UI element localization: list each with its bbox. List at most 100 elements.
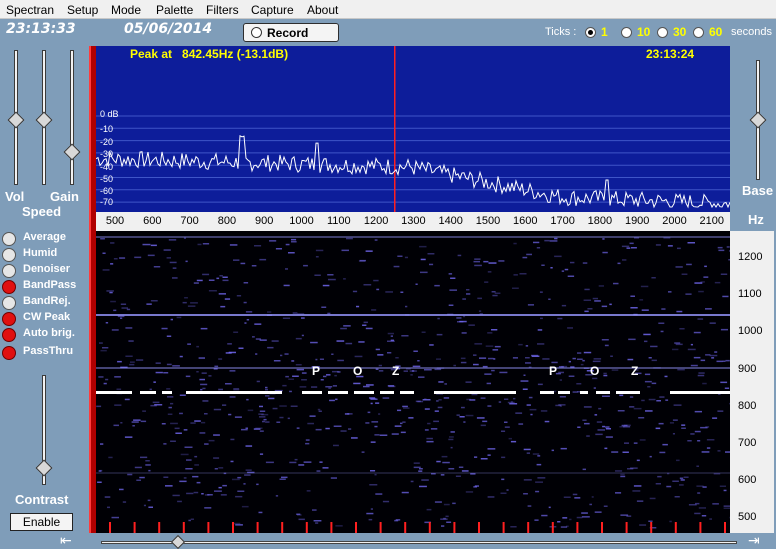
contrast-slider-thumb[interactable] [35,459,53,477]
waterfall-noise [723,489,727,492]
scroll-right-icon[interactable]: ⇥ [748,532,760,549]
waterfall-noise [559,396,566,398]
filter-toggle-icon[interactable] [2,232,16,246]
tick-radio-10[interactable] [621,27,632,38]
waterfall-noise [243,483,246,485]
waterfall-noise [615,492,622,494]
waterfall-noise [363,385,370,388]
waterfall-noise [172,277,178,279]
freq-tick-label: 2100 [699,215,725,227]
waterfall-noise [581,512,588,514]
menu-filters[interactable]: Filters [206,3,239,17]
waterfall-noise [424,429,429,431]
record-button[interactable]: Record [243,23,339,42]
contrast-label: Contrast [15,492,69,507]
scroll-left-icon[interactable]: ⇤ [60,532,72,549]
waterfall-noise [379,434,388,436]
waterfall-noise [698,372,705,374]
waterfall-noise [648,520,653,522]
tick-radio-30[interactable] [657,27,668,38]
waterfall-noise [245,445,253,447]
waterfall-noise [375,348,380,351]
waterfall-noise [696,465,699,467]
filter-toggle-icon[interactable] [2,346,16,360]
menu-spectran[interactable]: Spectran [6,3,54,17]
level-meter-bar [89,46,96,533]
waterfall-noise [251,265,257,267]
waterfall-noise [437,317,440,320]
waterfall-noise [619,394,624,397]
waterfall-noise [245,311,253,313]
waterfall-noise [317,408,321,411]
filter-toggle-icon[interactable] [2,312,16,326]
filter-toggle-icon[interactable] [2,248,16,262]
waterfall-noise [120,303,127,305]
waterfall-noise [537,383,543,386]
waterfall-noise [295,364,302,366]
vol-slider-thumb[interactable] [7,111,25,129]
speed-slider-track[interactable] [70,50,74,185]
waterfall-noise [108,456,113,459]
waterfall-noise [186,459,192,461]
waterfall-noise [711,357,715,359]
waterfall-noise [722,360,726,362]
waterfall-noise [328,387,331,389]
db-tick-label: -70 [100,197,114,207]
waterfall-noise [322,467,329,469]
waterfall-noise [291,238,297,241]
waterfall-noise [343,325,351,327]
filter-toggle-icon[interactable] [2,328,16,342]
waterfall-noise [441,455,448,458]
waterfall-noise [577,358,583,360]
waterfall-noise [116,388,122,390]
waterfall-noise [658,322,665,324]
menu-mode[interactable]: Mode [111,3,141,17]
waterfall-noise [680,479,685,481]
waterfall-noise [150,404,157,407]
waterfall-noise [592,297,598,300]
waterfall-noise [198,357,205,359]
waterfall-noise [365,422,370,424]
waterfall-display[interactable]: P O Z P O Z [96,231,730,533]
waterfall-noise [394,425,402,427]
waterfall-noise [459,416,465,418]
enable-button[interactable]: Enable [10,513,73,531]
base-slider-thumb[interactable] [749,111,767,129]
waterfall-noise [201,372,207,374]
waterfall-noise [594,511,602,513]
waterfall-noise [610,355,613,357]
filter-toggle-icon[interactable] [2,280,16,294]
freq-tick-label: 700 [180,215,199,227]
menu-setup[interactable]: Setup [67,3,98,17]
menu-capture[interactable]: Capture [251,3,294,17]
waterfall-noise [709,354,718,357]
tick-radio-1[interactable] [585,27,596,38]
speed-slider-thumb[interactable] [63,143,81,161]
spectrum-display[interactable]: Peak at 842.45Hz (-13.1dB) 23:13:24 0 dB… [96,46,730,230]
waterfall-noise [537,455,541,457]
gain-slider-thumb[interactable] [35,111,53,129]
waterfall-noise [382,500,390,503]
peak-readout: Peak at 842.45Hz (-13.1dB) [130,47,289,61]
horizontal-slider-track[interactable] [101,541,737,544]
waterfall-noise [506,489,509,491]
waterfall-noise [537,343,545,345]
menu-palette[interactable]: Palette [156,3,193,17]
waterfall-noise [526,452,530,454]
filter-toggle-icon[interactable] [2,264,16,278]
waterfall-noise [122,501,127,503]
waterfall-noise [367,411,371,414]
waterfall-noise [582,359,585,362]
waterfall-noise [194,420,201,422]
waterfall-noise [434,501,442,503]
menu-about[interactable]: About [307,3,338,17]
waterfall-noise [142,410,146,412]
waterfall-noise [371,309,377,311]
waterfall-noise [658,422,664,425]
tick-radio-60[interactable] [693,27,704,38]
waterfall-noise [109,291,113,294]
waterfall-noise [716,360,723,363]
waterfall-noise [660,330,664,333]
filter-toggle-icon[interactable] [2,296,16,310]
waterfall-noise [586,435,590,437]
